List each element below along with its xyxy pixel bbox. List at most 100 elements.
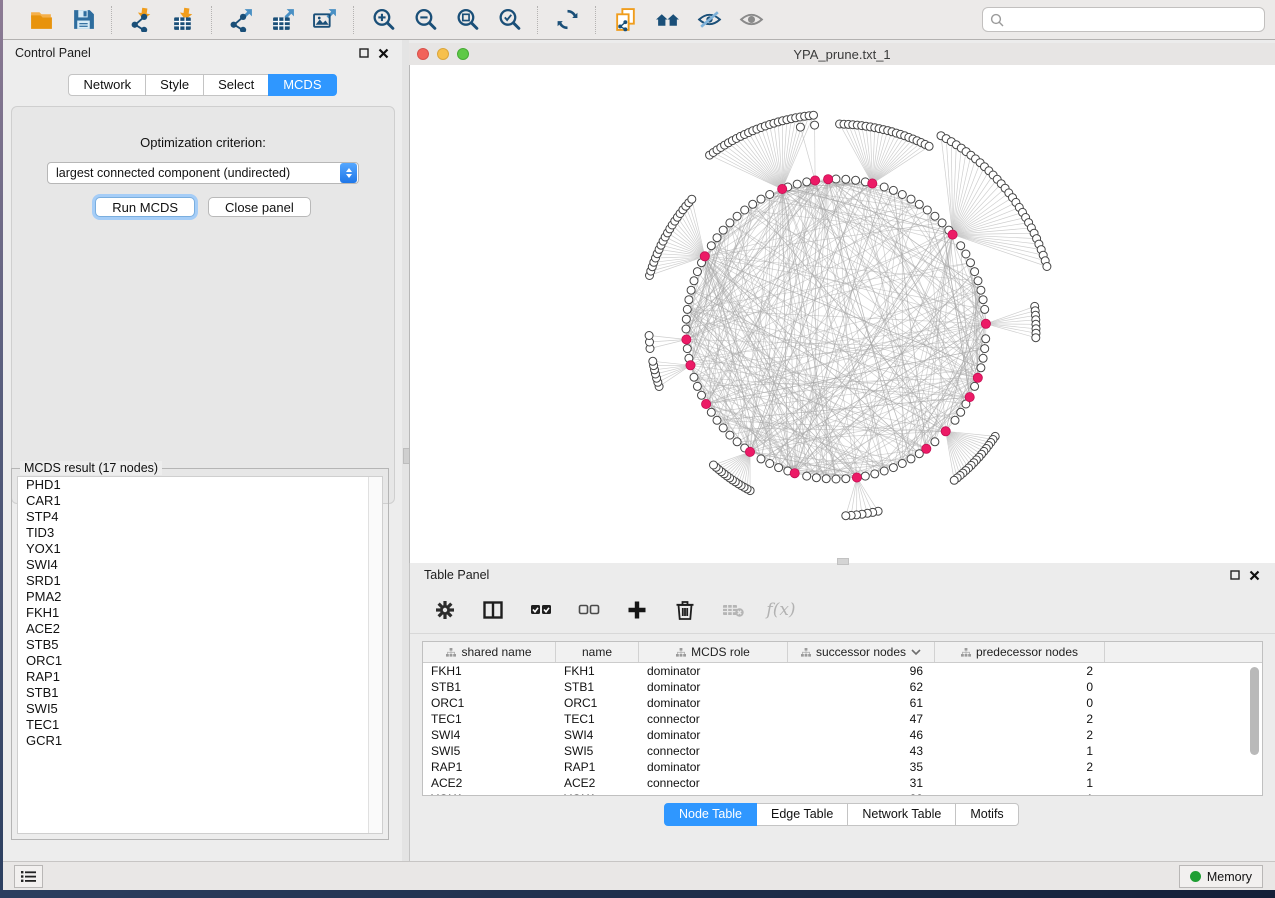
- export-image-button[interactable]: [311, 6, 339, 34]
- close-table-panel-icon[interactable]: [1248, 569, 1261, 582]
- add-button[interactable]: [624, 597, 650, 623]
- memory-button[interactable]: Memory: [1179, 865, 1263, 888]
- result-list-item[interactable]: PMA2: [18, 589, 382, 605]
- status-bar: Memory: [3, 861, 1275, 890]
- table-row[interactable]: YOX1YOX1connector291: [423, 791, 1262, 796]
- close-panel-icon[interactable]: [377, 47, 390, 60]
- first-neighbors-button[interactable]: [653, 6, 681, 34]
- hide-selected-button[interactable]: [695, 6, 723, 34]
- clone-network-icon: [613, 7, 638, 32]
- tab-node-table[interactable]: Node Table: [664, 803, 757, 826]
- import-table-button[interactable]: [169, 6, 197, 34]
- zoom-fit-button[interactable]: [453, 6, 481, 34]
- result-list-item[interactable]: TID3: [18, 525, 382, 541]
- float-panel-icon[interactable]: [357, 47, 370, 60]
- table-scrollbar[interactable]: [1249, 664, 1260, 793]
- result-list-item[interactable]: STP4: [18, 509, 382, 525]
- save-session-icon: [71, 7, 96, 32]
- table-row[interactable]: ORC1ORC1dominator610: [423, 695, 1262, 711]
- horizontal-splitter-grip[interactable]: [837, 558, 849, 565]
- control-panel-tabbar: NetworkStyleSelectMCDS: [3, 74, 402, 96]
- mcds-result-list[interactable]: PHD1CAR1STP4TID3YOX1SWI4SRD1PMA2FKH1ACE2…: [17, 476, 383, 834]
- tab-network[interactable]: Network: [68, 74, 146, 96]
- criterion-select[interactable]: largest connected component (undirected): [47, 162, 359, 184]
- table-row[interactable]: RAP1RAP1dominator352: [423, 759, 1262, 775]
- result-list-item[interactable]: PHD1: [18, 477, 382, 493]
- tab-mcds[interactable]: MCDS: [268, 74, 336, 96]
- apply-layout-button[interactable]: [553, 6, 581, 34]
- table-cell: dominator: [639, 760, 788, 774]
- show-all-button[interactable]: [737, 6, 765, 34]
- table-cell: dominator: [639, 664, 788, 678]
- close-panel-button[interactable]: Close panel: [208, 197, 311, 217]
- zoom-out-button[interactable]: [411, 6, 439, 34]
- table-cell: YOX1: [423, 792, 556, 796]
- vertical-splitter[interactable]: [402, 40, 409, 862]
- table-cell: SWI5: [423, 744, 556, 758]
- network-titlebar[interactable]: YPA_prune.txt_1: [409, 43, 1275, 66]
- result-list-item[interactable]: SRD1: [18, 573, 382, 589]
- table-row[interactable]: SWI5SWI5connector431: [423, 743, 1262, 759]
- hide-selected-icon: [697, 7, 722, 32]
- column-header-name[interactable]: name: [556, 642, 639, 662]
- delete-button[interactable]: [672, 597, 698, 623]
- table-cell: dominator: [639, 728, 788, 742]
- main-toolbar: [3, 0, 1275, 40]
- save-session-button[interactable]: [69, 6, 97, 34]
- column-header-successor-nodes[interactable]: successor nodes: [788, 642, 935, 662]
- export-table-button[interactable]: [269, 6, 297, 34]
- tab-network-table[interactable]: Network Table: [847, 803, 956, 826]
- open-file-button[interactable]: [27, 6, 55, 34]
- result-list-item[interactable]: RAP1: [18, 669, 382, 685]
- table-row[interactable]: FKH1FKH1dominator962: [423, 663, 1262, 679]
- result-list-item[interactable]: GCR1: [18, 733, 382, 749]
- table-cell: YOX1: [556, 792, 639, 796]
- tab-style[interactable]: Style: [145, 74, 204, 96]
- show-columns-button[interactable]: [480, 597, 506, 623]
- search-input[interactable]: [1004, 12, 1257, 28]
- result-list-item[interactable]: CAR1: [18, 493, 382, 509]
- zoom-in-button[interactable]: [369, 6, 397, 34]
- table-cell: 2: [935, 760, 1105, 774]
- network-graph[interactable]: [410, 65, 1275, 563]
- select-all-button[interactable]: [528, 597, 554, 623]
- table-row[interactable]: ACE2ACE2connector311: [423, 775, 1262, 791]
- result-list-item[interactable]: YOX1: [18, 541, 382, 557]
- select-all-icon: [529, 598, 553, 622]
- maximize-window-icon[interactable]: [457, 48, 469, 60]
- minimize-window-icon[interactable]: [437, 48, 449, 60]
- table-row[interactable]: SWI4SWI4dominator462: [423, 727, 1262, 743]
- tab-motifs[interactable]: Motifs: [955, 803, 1018, 826]
- table-row[interactable]: TEC1TEC1connector472: [423, 711, 1262, 727]
- column-header-predecessor-nodes[interactable]: predecessor nodes: [935, 642, 1105, 662]
- float-table-panel-icon[interactable]: [1228, 569, 1241, 582]
- column-header-shared-name[interactable]: shared name: [423, 642, 556, 662]
- network-canvas[interactable]: [409, 65, 1275, 563]
- table-cell: 47: [788, 712, 935, 726]
- result-list-item[interactable]: ORC1: [18, 653, 382, 669]
- result-list-item[interactable]: STB1: [18, 685, 382, 701]
- result-list-item[interactable]: STB5: [18, 637, 382, 653]
- export-network-button[interactable]: [227, 6, 255, 34]
- column-header-MCDS-role[interactable]: MCDS role: [639, 642, 788, 662]
- task-history-button[interactable]: [14, 865, 43, 888]
- table-panel-title: Table Panel: [424, 568, 489, 582]
- close-window-icon[interactable]: [417, 48, 429, 60]
- result-list-item[interactable]: FKH1: [18, 605, 382, 621]
- zoom-selected-button[interactable]: [495, 6, 523, 34]
- tab-select[interactable]: Select: [203, 74, 269, 96]
- import-network-button[interactable]: [127, 6, 155, 34]
- search-box[interactable]: [982, 7, 1265, 32]
- clone-network-button[interactable]: [611, 6, 639, 34]
- result-list-item[interactable]: SWI4: [18, 557, 382, 573]
- tab-edge-table[interactable]: Edge Table: [756, 803, 848, 826]
- run-mcds-button[interactable]: Run MCDS: [95, 197, 195, 217]
- result-list-item[interactable]: SWI5: [18, 701, 382, 717]
- deselect-all-button[interactable]: [576, 597, 602, 623]
- result-list-item[interactable]: TEC1: [18, 717, 382, 733]
- result-scrollbar[interactable]: [368, 477, 382, 833]
- table-scrollbar-thumb[interactable]: [1250, 667, 1259, 755]
- result-list-item[interactable]: ACE2: [18, 621, 382, 637]
- settings-button[interactable]: [432, 597, 458, 623]
- table-row[interactable]: STB1STB1dominator620: [423, 679, 1262, 695]
